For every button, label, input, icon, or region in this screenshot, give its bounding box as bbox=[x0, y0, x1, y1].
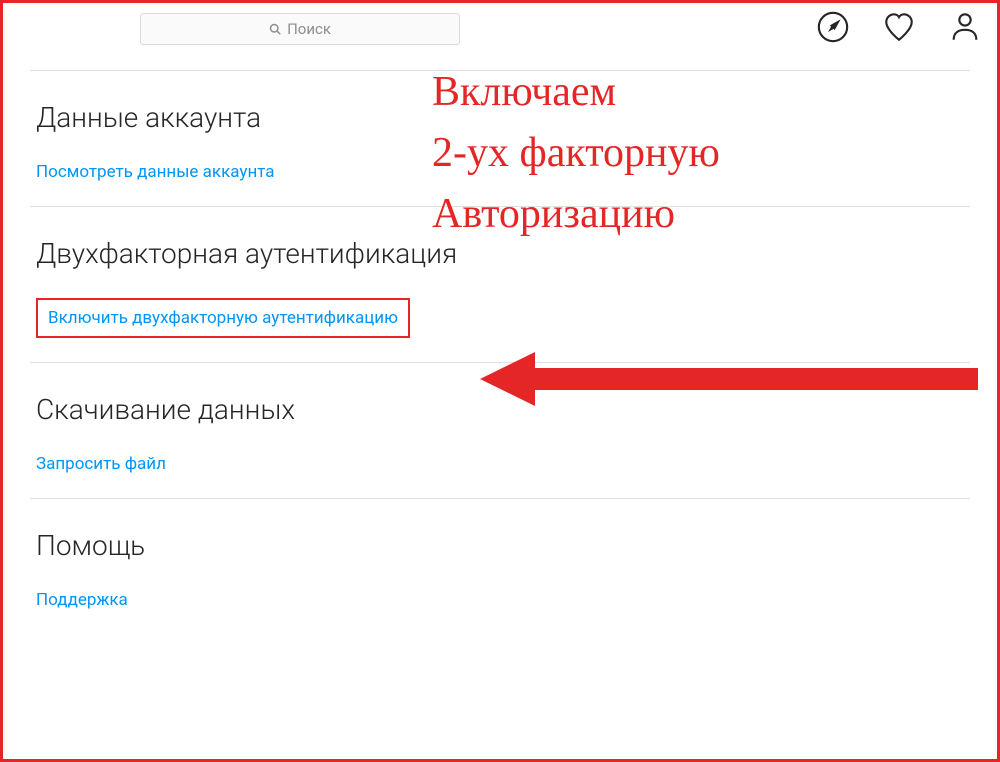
section-title-help: Помощь bbox=[36, 529, 970, 562]
section-title-download: Скачивание данных bbox=[36, 393, 970, 426]
section-title-two-factor: Двухфакторная аутентификация bbox=[36, 237, 970, 270]
activity-button[interactable] bbox=[882, 10, 916, 44]
view-account-data-link[interactable]: Посмотреть данные аккаунта bbox=[36, 162, 275, 182]
profile-button[interactable] bbox=[948, 10, 982, 44]
search-placeholder: Поиск bbox=[287, 20, 331, 38]
section-two-factor: Двухфакторная аутентификация Включить дв… bbox=[30, 207, 970, 363]
annotation-highlight: Включить двухфакторную аутентификацию bbox=[36, 298, 410, 338]
header: Поиск bbox=[0, 0, 1000, 58]
section-account-data: Данные аккаунта Посмотреть данные аккаун… bbox=[30, 71, 970, 207]
compass-icon bbox=[816, 10, 850, 44]
person-icon bbox=[948, 10, 982, 44]
search-icon bbox=[269, 23, 281, 35]
enable-two-factor-link[interactable]: Включить двухфакторную аутентификацию bbox=[48, 308, 398, 328]
section-title-account: Данные аккаунта bbox=[36, 101, 970, 134]
content: Данные аккаунта Посмотреть данные аккаун… bbox=[0, 70, 1000, 634]
search-input[interactable]: Поиск bbox=[140, 13, 460, 45]
header-icons bbox=[816, 10, 982, 44]
section-help: Помощь Поддержка bbox=[30, 499, 970, 634]
support-link[interactable]: Поддержка bbox=[36, 590, 128, 610]
section-download-data: Скачивание данных Запросить файл bbox=[30, 363, 970, 499]
request-download-link[interactable]: Запросить файл bbox=[36, 454, 166, 474]
heart-icon bbox=[882, 10, 916, 44]
explore-button[interactable] bbox=[816, 10, 850, 44]
